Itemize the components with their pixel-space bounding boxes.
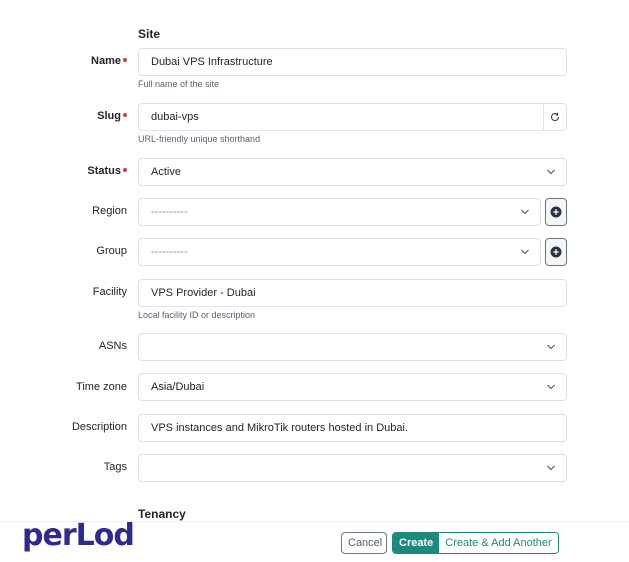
time-zone-value: Asia/Dubai (151, 381, 205, 393)
time-zone-label: Time zone (76, 381, 127, 393)
slug-value: dubai-vps (151, 111, 199, 123)
slug-help: URL-friendly unique shorthand (138, 134, 261, 144)
slug-label: Slug (97, 110, 127, 122)
chevron-down-icon (547, 465, 555, 471)
cancel-button[interactable]: Cancel (341, 532, 387, 554)
plus-circle-icon (550, 246, 562, 258)
add-region-button[interactable] (545, 198, 567, 226)
name-input[interactable]: Dubai VPS Infrastructure (138, 48, 567, 76)
chevron-down-icon (521, 209, 529, 215)
refresh-icon (551, 112, 560, 122)
status-label: Status (87, 165, 127, 177)
status-select[interactable]: Active (138, 158, 567, 186)
create-button[interactable]: Create (393, 533, 440, 553)
required-indicator (123, 58, 127, 63)
facility-input[interactable]: VPS Provider - Dubai (138, 279, 567, 307)
create-and-add-another-button[interactable]: Create & Add Another (439, 533, 558, 553)
time-zone-select[interactable]: Asia/Dubai (138, 373, 567, 401)
add-group-button[interactable] (545, 238, 567, 266)
section-title-tenancy: Tenancy (138, 507, 186, 521)
tags-select[interactable] (138, 454, 567, 482)
facility-help: Local facility ID or description (138, 310, 256, 320)
name-label: Name (91, 55, 127, 67)
facility-label: Facility (92, 286, 127, 298)
status-value: Active (151, 166, 181, 178)
region-value: ---------- (151, 206, 188, 218)
plus-circle-icon (550, 206, 562, 218)
required-indicator (123, 168, 127, 173)
asns-label: ASNs (98, 340, 127, 352)
group-select[interactable]: ---------- (138, 238, 541, 266)
asns-select[interactable] (138, 333, 567, 361)
region-select[interactable]: ---------- (138, 198, 541, 226)
region-label: Region (92, 205, 127, 217)
tags-label: Tags (103, 461, 127, 473)
description-label: Description (71, 421, 127, 433)
slug-input[interactable]: dubai-vps (138, 103, 567, 131)
chevron-down-icon (547, 344, 555, 350)
section-title-site: Site (138, 27, 161, 41)
chevron-down-icon (521, 249, 529, 255)
group-value: ---------- (151, 246, 188, 258)
logo: perLod (22, 518, 135, 553)
create-button-group: Create Create & Add Another (392, 532, 559, 554)
chevron-down-icon (547, 384, 555, 390)
slug-refresh-button[interactable] (543, 104, 566, 130)
required-indicator (123, 113, 127, 118)
chevron-down-icon (547, 169, 555, 175)
group-label: Group (96, 245, 127, 257)
name-help: Full name of the site (138, 79, 220, 89)
description-input[interactable]: VPS instances and MikroTik routers hoste… (138, 414, 567, 442)
